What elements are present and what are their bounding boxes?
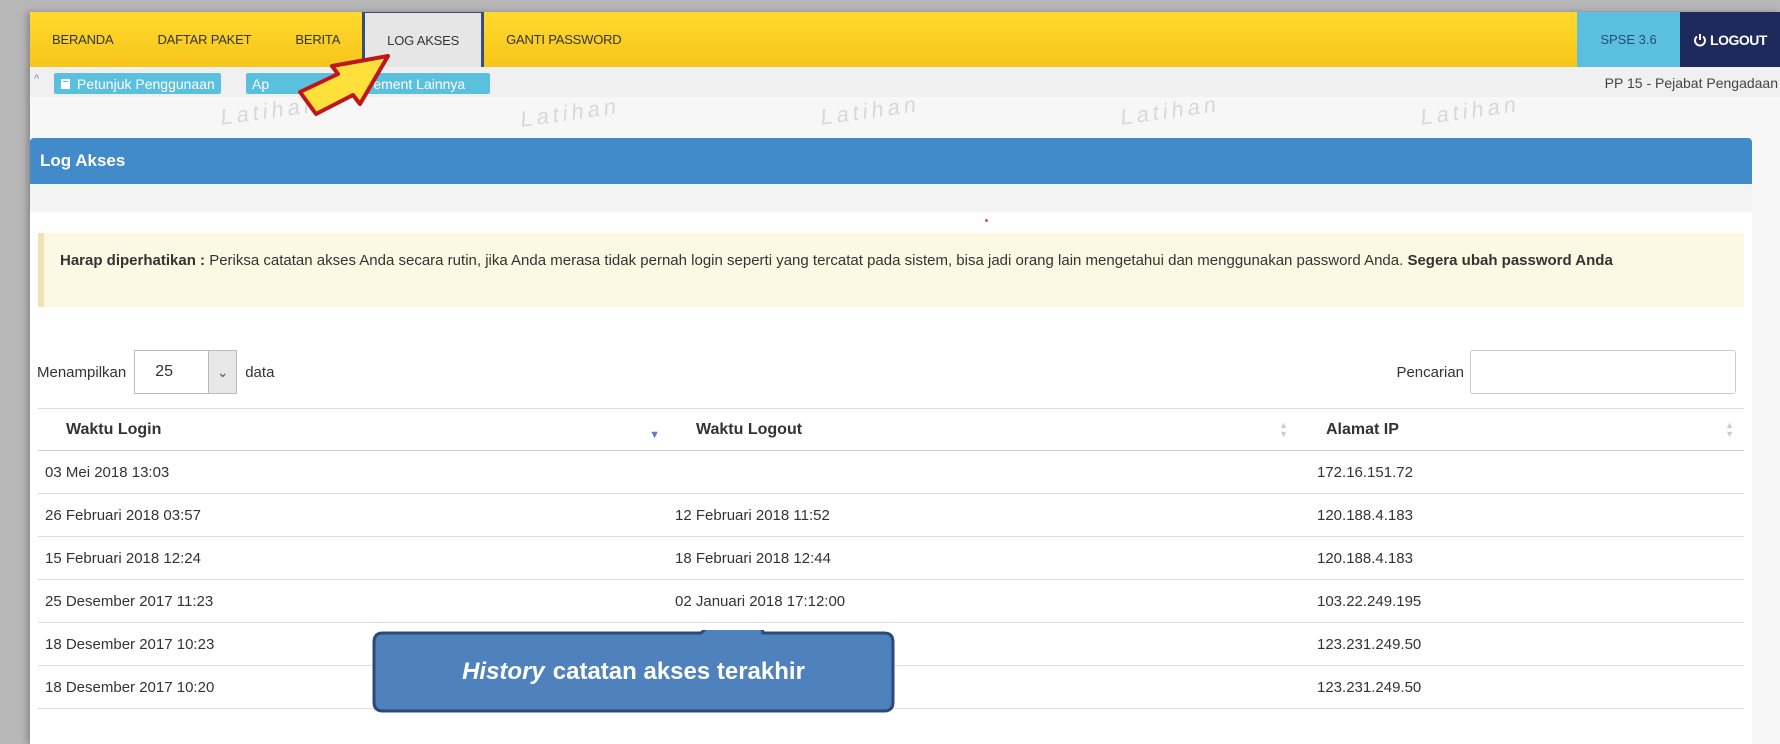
- search-label: Pencarian: [1396, 363, 1464, 381]
- table-row: 26 Februari 2018 03:57 12 Februari 2018 …: [38, 493, 1744, 537]
- pointer-arrow-icon: [298, 54, 390, 116]
- cell-ip: 120.188.4.183: [1298, 493, 1744, 537]
- aplikasi-label-left: Ap: [252, 75, 270, 92]
- warning-alert: Harap diperhatikan : Periksa catatan aks…: [38, 233, 1744, 307]
- cell-logout: 12 Februari 2018 11:52: [668, 493, 1298, 537]
- watermark-band: Latihan Latihan Latihan Latihan Latihan: [30, 94, 1780, 134]
- column-label: Waktu Login: [66, 420, 162, 438]
- column-header-alamat-ip[interactable]: Alamat IP ▲ ▼: [1298, 408, 1744, 451]
- show-label: Menampilkan: [37, 363, 127, 381]
- cell-login: 15 Februari 2018 12:24: [38, 536, 668, 580]
- cell-login: 25 Desember 2017 11:23: [38, 579, 668, 623]
- petunjuk-label: Petunjuk Penggunaan: [77, 75, 215, 92]
- sub-toolbar: ^ Petunjuk Penggunaan Ap Procurement Lai…: [30, 67, 1780, 97]
- alert-body: Periksa catatan akses Anda secara rutin,…: [205, 252, 1408, 269]
- nav-daftar-paket[interactable]: DAFTAR PAKET: [135, 12, 273, 67]
- book-icon: [61, 78, 70, 89]
- panel-strip: [30, 184, 1752, 212]
- cell-logout: 02 Januari 2018 17:12:00: [668, 579, 1298, 623]
- chevron-up-icon[interactable]: ^: [34, 73, 39, 85]
- column-label: Alamat IP: [1326, 420, 1399, 438]
- top-navbar: BERANDA DAFTAR PAKET BERITA LOG AKSES GA…: [30, 12, 1780, 70]
- cell-ip: 123.231.249.50: [1298, 665, 1744, 709]
- sort-icon: ▲ ▼: [1279, 420, 1288, 439]
- table-row: 15 Februari 2018 12:24 18 Februari 2018 …: [38, 536, 1744, 580]
- table-row: 25 Desember 2017 11:23 02 Januari 2018 1…: [38, 579, 1744, 623]
- alert-lead: Harap diperhatikan :: [60, 252, 206, 269]
- logout-button[interactable]: LOGOUT: [1680, 12, 1780, 67]
- panel-title: Log Akses: [30, 138, 1752, 184]
- power-icon: [1694, 33, 1706, 46]
- callout-text: catatan akses terakhir: [552, 658, 805, 685]
- page-size-value: 25: [155, 363, 174, 380]
- callout-label: History catatan akses terakhir: [371, 630, 896, 714]
- chevron-down-icon[interactable]: ⌄: [208, 351, 237, 393]
- cell-ip: 103.22.249.195: [1298, 579, 1744, 623]
- table-row: 03 Mei 2018 13:03 172.16.151.72: [38, 450, 1744, 494]
- petunjuk-button[interactable]: Petunjuk Penggunaan: [54, 73, 221, 94]
- column-label: Waktu Logout: [696, 420, 803, 438]
- callout-italic: History: [462, 658, 545, 685]
- watermark-text: Latihan: [1118, 94, 1222, 130]
- watermark-text: Latihan: [518, 94, 622, 132]
- table-header-row: Waktu Login ▼ Waktu Logout ▲ ▼ Alamat IP …: [38, 408, 1744, 451]
- search-input[interactable]: [1470, 350, 1736, 394]
- browser-window: BERANDA DAFTAR PAKET BERITA LOG AKSES GA…: [30, 12, 1780, 744]
- indicator-dot: [985, 219, 988, 222]
- version-badge[interactable]: SPSE 3.6: [1577, 12, 1680, 67]
- page-size-select[interactable]: 25 ⌄: [134, 350, 238, 394]
- user-role-label: PP 15 - Pejabat Pengadaan: [1604, 75, 1778, 91]
- alert-emphasis: Segera ubah password Anda: [1407, 252, 1613, 269]
- nav-ganti-password[interactable]: GANTI PASSWORD: [484, 12, 643, 67]
- search-control: Pencarian: [1396, 350, 1736, 394]
- logout-label: LOGOUT: [1710, 31, 1767, 48]
- cell-logout: [668, 450, 1298, 494]
- cell-logout: 18 Februari 2018 12:44: [668, 536, 1298, 580]
- cell-login: 03 Mei 2018 13:03: [38, 450, 668, 494]
- watermark-text: Latihan: [818, 94, 922, 130]
- data-label: data: [245, 363, 275, 381]
- cell-ip: 172.16.151.72: [1298, 450, 1744, 494]
- nav-beranda[interactable]: BERANDA: [30, 12, 135, 67]
- cell-ip: 120.188.4.183: [1298, 536, 1744, 580]
- sort-desc-icon: ▼: [649, 429, 660, 441]
- column-header-waktu-login[interactable]: Waktu Login ▼: [38, 408, 668, 451]
- page-scroll-edge: [1756, 137, 1780, 744]
- cell-ip: 123.231.249.50: [1298, 622, 1744, 666]
- watermark-text: Latihan: [1418, 94, 1522, 130]
- sort-icon: ▲ ▼: [1725, 420, 1734, 439]
- page-length-control: Menampilkan 25 ⌄ data: [37, 350, 274, 394]
- cell-login: 26 Februari 2018 03:57: [38, 493, 668, 537]
- column-header-waktu-logout[interactable]: Waktu Logout ▲ ▼: [668, 408, 1298, 451]
